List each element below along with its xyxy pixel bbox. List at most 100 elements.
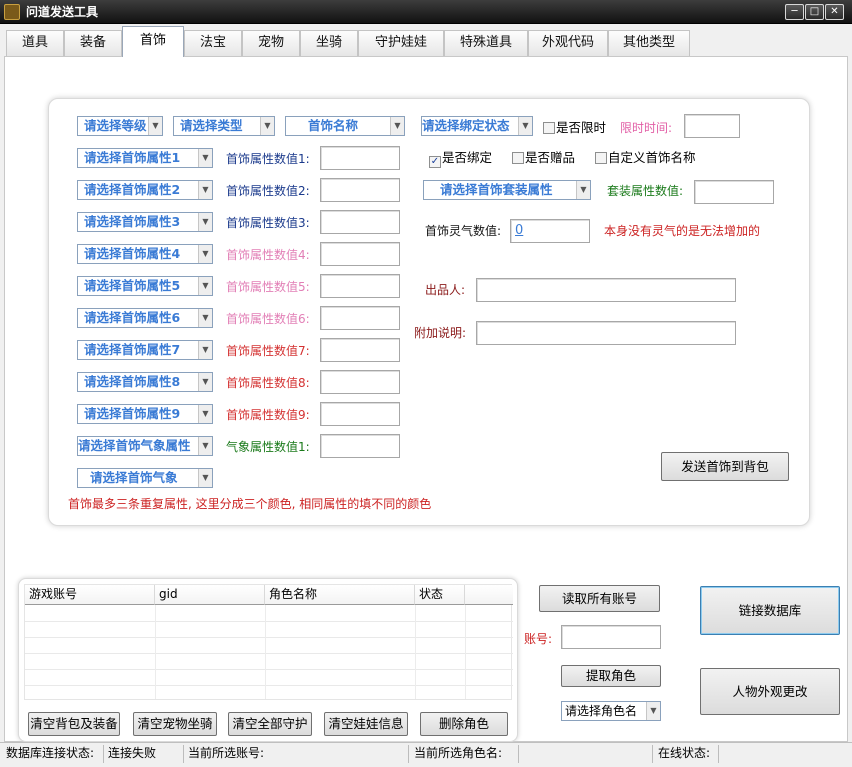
is-bound-checkbox[interactable]: ✓ 是否绑定 [429,150,492,168]
status-separator [718,745,719,763]
producer-input[interactable] [476,278,736,302]
attr-value-label-4: 首饰属性数值4: [226,248,310,262]
set-attr-select[interactable]: 请选择首饰套装属性 ▼ [423,180,591,200]
attr-value-label-1: 首饰属性数值1: [226,152,310,166]
aura-value-label: 气象属性数值1: [226,440,310,454]
minimize-button[interactable]: ─ [785,4,804,20]
attr-value-label-5: 首饰属性数值5: [226,280,310,294]
attr-select-3[interactable]: 请选择首饰属性3 ▼ [77,212,213,232]
app-icon [4,4,20,20]
attr-value-input-7[interactable] [320,338,400,362]
bind-state-select[interactable]: 请选择绑定状态 ▼ [421,116,533,136]
column-header-filler [465,585,513,605]
fetch-role-button[interactable]: 提取角色 [561,665,661,687]
clear-bag-button[interactable]: 清空背包及装备 [28,712,120,736]
change-appearance-button[interactable]: 人物外观更改 [700,668,840,715]
maximize-button[interactable]: □ [805,4,824,20]
grid-col-line [265,605,266,699]
attr-value-input-5[interactable] [320,274,400,298]
current-account-label: 当前所选账号: [188,746,265,760]
attr-value-input-8[interactable] [320,370,400,394]
attr-select-9[interactable]: 请选择首饰属性9 ▼ [77,404,213,424]
column-header-status[interactable]: 状态 [415,585,465,605]
tab-special-items[interactable]: 特殊道具 [444,30,528,56]
jewelry-name-select[interactable]: 首饰名称 ▼ [285,116,405,136]
level-select[interactable]: 请选择等级 ▼ [77,116,163,136]
delete-role-button[interactable]: 删除角色 [420,712,508,736]
role-select[interactable]: 请选择角色名 ▼ [561,701,661,721]
grid-row-line [25,621,513,622]
spirit-value-input[interactable]: 0 [510,219,590,243]
set-value-input[interactable] [694,180,774,204]
aura-select[interactable]: 请选择首饰气象 ▼ [77,468,213,488]
status-separator [103,745,104,763]
column-header-gid[interactable]: gid [155,585,265,605]
producer-label: 出品人: [425,283,466,297]
attr-value-label-7: 首饰属性数值7: [226,344,310,358]
online-status-label: 在线状态: [658,746,711,760]
tab-guardian-doll[interactable]: 守护娃娃 [358,30,444,56]
close-button[interactable]: ✕ [825,4,844,20]
tab-equipment[interactable]: 装备 [64,30,122,56]
column-header-role-name[interactable]: 角色名称 [265,585,415,605]
custom-name-checkbox[interactable]: 自定义首饰名称 [595,150,696,166]
link-database-button[interactable]: 链接数据库 [700,586,840,635]
grid-row-line [25,669,513,670]
grid-row-line [25,685,513,686]
aura-attr-select[interactable]: 请选择首饰气象属性 ▼ [77,436,213,456]
attr-value-label-9: 首饰属性数值9: [226,408,310,422]
tab-treasure[interactable]: 法宝 [184,30,242,56]
attr-select-2[interactable]: 请选择首饰属性2 ▼ [77,180,213,200]
tab-pet[interactable]: 宠物 [242,30,300,56]
read-accounts-button[interactable]: 读取所有账号 [539,585,660,612]
attr-value-input-1[interactable] [320,146,400,170]
clear-guardian-button[interactable]: 清空全部守护 [228,712,312,736]
remark-label: 附加说明: [414,326,467,340]
attr-value-label-6: 首饰属性数值6: [226,312,310,326]
db-status-label: 数据库连接状态: [6,746,95,760]
attr-select-1[interactable]: 请选择首饰属性1 ▼ [77,148,213,168]
attribute-color-note: 首饰最多三条重复属性, 这里分成三个颜色, 相同属性的填不同的颜色 [68,497,432,511]
limited-time-checkbox[interactable]: 是否限时 [543,120,606,136]
attr-select-6[interactable]: 请选择首饰属性6 ▼ [77,308,213,328]
aura-value-input[interactable] [320,434,400,458]
account-input[interactable] [561,625,661,649]
limit-time-input[interactable] [684,114,740,138]
attr-select-7[interactable]: 请选择首饰属性7 ▼ [77,340,213,360]
db-status-value: 连接失败 [108,746,157,760]
attr-value-label-3: 首饰属性数值3: [226,216,310,230]
attr-value-input-4[interactable] [320,242,400,266]
tab-items[interactable]: 道具 [6,30,64,56]
account-label: 账号: [524,632,553,646]
attr-select-4[interactable]: 请选择首饰属性4 ▼ [77,244,213,264]
attr-value-input-3[interactable] [320,210,400,234]
set-value-label: 套装属性数值: [607,184,684,198]
limit-time-label: 限时时间: [620,121,673,135]
account-grid[interactable]: 游戏账号 gid 角色名称 状态 [24,584,513,700]
attr-value-input-6[interactable] [320,306,400,330]
grid-col-line [415,605,416,699]
send-to-bag-button[interactable]: 发送首饰到背包 [661,452,789,481]
attr-value-input-9[interactable] [320,402,400,426]
grid-col-line [155,605,156,699]
remark-input[interactable] [476,321,736,345]
clear-doll-button[interactable]: 清空娃娃信息 [324,712,408,736]
clear-pet-mount-button[interactable]: 清空宠物坐骑 [133,712,217,736]
column-header-account[interactable]: 游戏账号 [25,585,155,605]
attr-select-8[interactable]: 请选择首饰属性8 ▼ [77,372,213,392]
is-gift-checkbox[interactable]: 是否赠品 [512,150,575,166]
tab-mount[interactable]: 坐骑 [300,30,358,56]
attr-value-label-2: 首饰属性数值2: [226,184,310,198]
type-select[interactable]: 请选择类型 ▼ [173,116,275,136]
tab-other-types[interactable]: 其他类型 [608,30,690,56]
status-separator [518,745,519,763]
window-title: 问道发送工具 [26,5,99,19]
attr-value-input-2[interactable] [320,178,400,202]
status-separator [408,745,409,763]
grid-row-line [25,653,513,654]
attr-select-5[interactable]: 请选择首饰属性5 ▼ [77,276,213,296]
tab-appearance-code[interactable]: 外观代码 [528,30,608,56]
grid-col-line [465,605,466,699]
attr-value-label-8: 首饰属性数值8: [226,376,310,390]
tab-jewelry[interactable]: 首饰 [122,26,184,57]
